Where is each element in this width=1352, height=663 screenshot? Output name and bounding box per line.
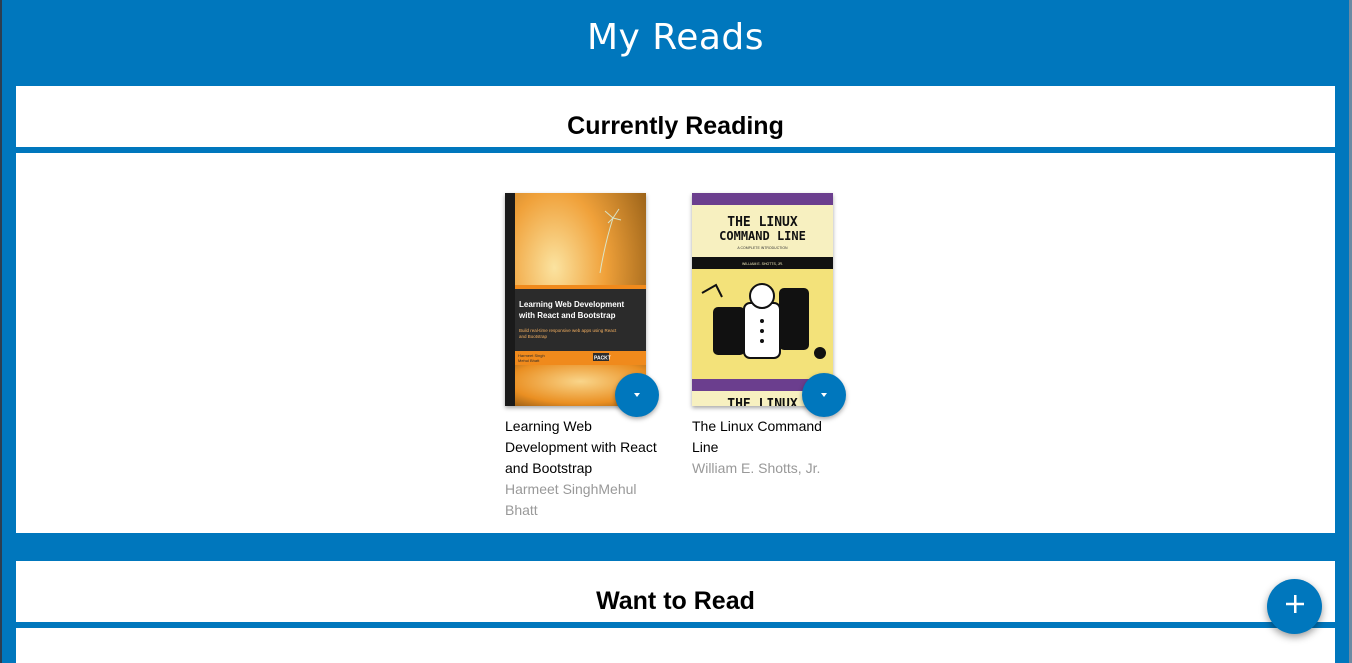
book-title: The Linux Command Line bbox=[692, 418, 822, 455]
triangle-down-icon bbox=[818, 386, 830, 404]
shelf-title-box: Currently Reading bbox=[16, 86, 1335, 147]
svg-text:COMMAND LINE: COMMAND LINE bbox=[719, 229, 806, 243]
shelf-changer-button[interactable] bbox=[802, 373, 846, 417]
svg-text:THE LINUX: THE LINUX bbox=[727, 215, 798, 230]
shelf-title: Want to Read bbox=[596, 587, 755, 615]
shelf-books-grid: Learning Web Development with React and … bbox=[16, 153, 1335, 533]
svg-text:Build real-time responsive web: Build real-time responsive web apps usin… bbox=[519, 328, 617, 333]
book-cover[interactable]: THE LINUX COMMAND LINE A COMPLETE INTROD… bbox=[692, 193, 846, 417]
triangle-down-icon bbox=[631, 386, 643, 404]
shelf-title-box: Want to Read bbox=[16, 561, 1335, 622]
book-authors: William E. Shotts, Jr. bbox=[692, 460, 821, 476]
svg-text:WILLIAM E. SHOTTS, JR.: WILLIAM E. SHOTTS, JR. bbox=[742, 262, 783, 266]
add-book-button[interactable] bbox=[1267, 579, 1322, 634]
book-cover-art: Learning Web Development with React and … bbox=[505, 193, 646, 406]
book-cover-image: THE LINUX COMMAND LINE A COMPLETE INTROD… bbox=[692, 193, 833, 406]
app-title: My Reads bbox=[586, 16, 765, 58]
book-authors: Harmeet SinghMehul Bhatt bbox=[505, 481, 637, 518]
app-header: My Reads bbox=[2, 0, 1349, 86]
svg-text:with React and Bootstrap: with React and Bootstrap bbox=[518, 311, 616, 320]
window-left-edge bbox=[0, 0, 2, 663]
shelf-title: Currently Reading bbox=[567, 112, 784, 140]
book-title: Learning Web Development with React and … bbox=[505, 418, 657, 476]
svg-text:and Bootstrap: and Bootstrap bbox=[519, 334, 548, 339]
svg-text:A COMPLETE INTRODUCTION: A COMPLETE INTRODUCTION bbox=[737, 246, 788, 250]
svg-text:THE LINUX: THE LINUX bbox=[727, 397, 798, 406]
book-cover[interactable]: Learning Web Development with React and … bbox=[505, 193, 659, 417]
book-item: Learning Web Development with React and … bbox=[505, 193, 665, 521]
book-cover-art: THE LINUX COMMAND LINE A COMPLETE INTROD… bbox=[692, 193, 833, 406]
book-cover-image: Learning Web Development with React and … bbox=[505, 193, 646, 406]
shelf-books-grid bbox=[16, 628, 1335, 663]
svg-text:Mehul Bhatt: Mehul Bhatt bbox=[518, 358, 540, 363]
book-item: THE LINUX COMMAND LINE A COMPLETE INTROD… bbox=[692, 193, 852, 479]
plus-icon bbox=[1284, 593, 1306, 620]
svg-text:Learning Web Development: Learning Web Development bbox=[519, 300, 625, 309]
shelf-changer-button[interactable] bbox=[615, 373, 659, 417]
svg-text:PACKT: PACKT bbox=[594, 356, 611, 362]
